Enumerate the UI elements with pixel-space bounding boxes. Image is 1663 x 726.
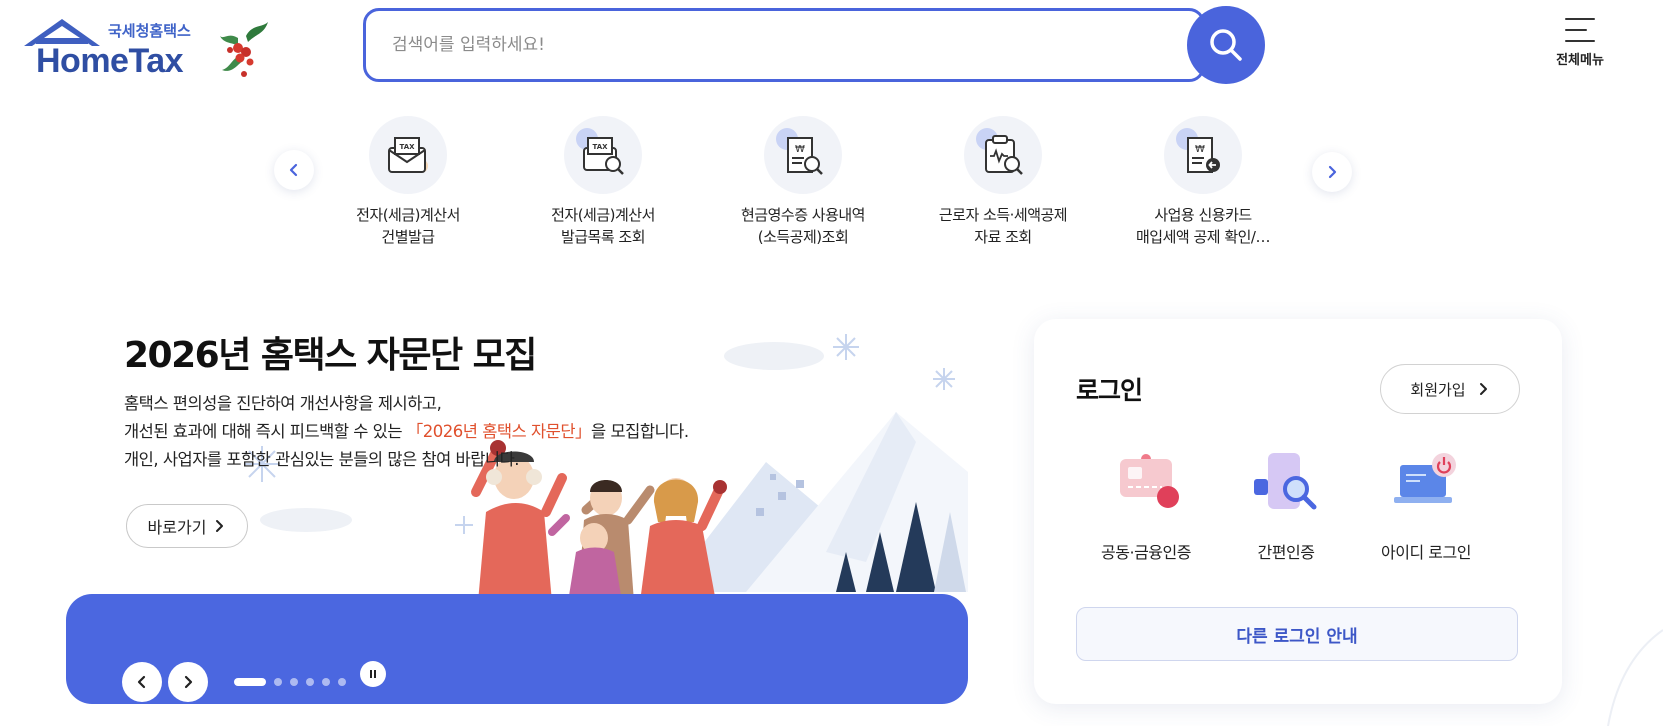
quick-menu-item[interactable]: TAX 전자(세금)계산서 건별발급 [318, 116, 498, 248]
receipt-add-icon: ₩ [1164, 116, 1242, 194]
banner-desc-line1: 홈택스 편의성을 진단하여 개선사항을 제시하고, [124, 394, 442, 413]
hometax-logo[interactable]: 국세청홈택스 HomeTax [22, 16, 268, 82]
banner-desc-line2-end: 을 모집합니다. [591, 422, 689, 441]
chevron-right-icon [1328, 165, 1337, 179]
clipboard-search-icon [964, 116, 1042, 194]
quick-menu-label-line2: 자료 조회 [974, 228, 1032, 246]
tax-envelope-icon: TAX [369, 116, 447, 194]
go-button[interactable]: 바로가기 [126, 504, 248, 548]
slide-indicator-dot[interactable] [290, 678, 298, 686]
logo-subtitle: 국세청홈택스 [108, 22, 191, 40]
pause-button[interactable] [360, 661, 386, 687]
chevron-right-icon [1479, 383, 1487, 395]
banner-title: 2026년 홈택스 자문단 모집 [124, 335, 537, 376]
promo-banner: 2026년 홈택스 자문단 모집 홈택스 편의성을 진단하여 개선사항을 제시하… [66, 312, 968, 704]
login-title: 로그인 [1076, 376, 1143, 405]
search-icon [1210, 29, 1242, 61]
quick-menu-label-line2: 발급목록 조회 [560, 228, 646, 246]
quick-menu-label-line1: 전자(세금)계산서 [356, 206, 460, 224]
simple-auth-label: 간편인증 [1257, 543, 1315, 562]
certificate-card-icon [1106, 451, 1186, 521]
slide-indicator-dot[interactable] [234, 678, 266, 686]
chevron-right-icon [184, 675, 193, 689]
simple-auth-icon [1246, 451, 1326, 521]
search-input[interactable] [392, 25, 1132, 65]
logo-title: HomeTax [36, 42, 184, 80]
svg-text:₩: ₩ [795, 144, 805, 155]
quick-menu-label-line2: 건별발급 [381, 228, 435, 246]
quick-menu-label-line2: (소득공제)조회 [757, 228, 849, 246]
quick-menu-item[interactable]: TAX 전자(세금)계산서 발급목록 조회 [513, 116, 693, 248]
svg-text:₩: ₩ [1195, 144, 1205, 155]
slide-indicator-dot[interactable] [274, 678, 282, 686]
laptop-power-icon [1386, 451, 1466, 521]
banner-desc-line2: 개선된 효과에 대해 즉시 피드백할 수 있는 [124, 422, 407, 441]
banner-description: 홈택스 편의성을 진단하여 개선사항을 제시하고, 개선된 효과에 대해 즉시 … [124, 390, 689, 474]
search-box [363, 8, 1205, 82]
banner-next-button[interactable] [168, 662, 208, 702]
pause-icon [370, 670, 376, 678]
quick-menu-item[interactable]: ₩ 사업용 신용카드 매입세액 공제 확인/… [1113, 116, 1293, 248]
quick-menu-prev-button[interactable] [274, 150, 314, 190]
id-login-option[interactable]: 아이디 로그인 [1356, 451, 1496, 563]
quick-menu-next-button[interactable] [1312, 152, 1352, 192]
tax-search-icon: TAX [564, 116, 642, 194]
chevron-left-icon [137, 675, 146, 689]
signup-button[interactable]: 회원가입 [1380, 364, 1520, 414]
quick-menu-label-line1: 전자(세금)계산서 [551, 206, 655, 224]
banner-desc-line3: 개인, 사업자를 포함한 관심있는 분들의 많은 참여 바랍니다. [124, 450, 520, 469]
quick-menu-item[interactable]: ₩ 현금영수증 사용내역 (소득공제)조회 [713, 116, 893, 248]
id-login-label: 아이디 로그인 [1381, 543, 1471, 562]
simple-auth-option[interactable]: 간편인증 [1216, 451, 1356, 563]
other-login-button[interactable]: 다른 로그인 안내 [1076, 607, 1518, 661]
svg-text:TAX: TAX [592, 143, 608, 151]
slide-indicator-dot[interactable] [338, 678, 346, 686]
hometax-page: 국세청홈택스 HomeTax 전체메뉴 [0, 0, 1663, 726]
holly-decoration-icon [220, 22, 268, 77]
quick-menu-label-line1: 현금영수증 사용내역 [741, 206, 865, 224]
banner-highlight: 「2026년 홈택스 자문단」 [406, 422, 592, 441]
quick-menu-label-line1: 사업용 신용카드 [1154, 206, 1252, 224]
receipt-search-icon: ₩ [764, 116, 842, 194]
certificate-login-option[interactable]: 공동·금융인증 [1076, 451, 1216, 563]
hamburger-icon [1565, 18, 1595, 42]
signup-button-label: 회원가입 [1410, 380, 1466, 399]
go-button-label: 바로가기 [147, 518, 207, 537]
chevron-left-icon [289, 163, 298, 177]
all-menu-label: 전체메뉴 [1556, 53, 1604, 68]
login-card: 로그인 회원가입 공동·금융인증 간편인증 아이디 로그인 다른 로그인 안내 [1034, 319, 1562, 704]
quick-menu-item[interactable]: 근로자 소득·세액공제 자료 조회 [913, 116, 1093, 248]
banner-prev-button[interactable] [122, 662, 162, 702]
chevron-right-icon [216, 520, 224, 532]
slide-indicator-dot[interactable] [322, 678, 330, 686]
quick-menu-label-line2: 매입세액 공제 확인/… [1136, 228, 1271, 246]
certificate-login-label: 공동·금융인증 [1101, 543, 1191, 562]
svg-text:TAX: TAX [399, 143, 415, 151]
search-button[interactable] [1187, 6, 1265, 84]
slide-indicator-dot[interactable] [306, 678, 314, 686]
slide-indicators [234, 678, 346, 686]
quick-menu-label-line1: 근로자 소득·세액공제 [938, 206, 1068, 224]
all-menu-button[interactable]: 전체메뉴 [1540, 16, 1620, 76]
decorative-arc [1607, 629, 1663, 726]
